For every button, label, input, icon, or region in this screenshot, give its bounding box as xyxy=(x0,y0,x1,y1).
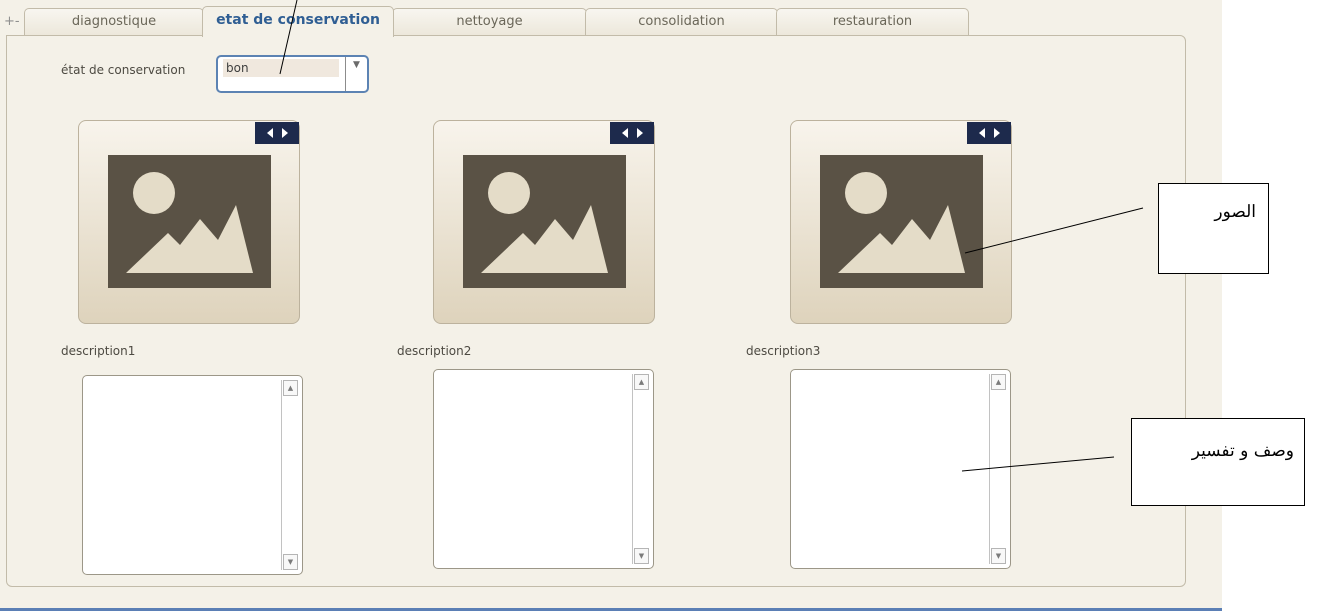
image-nav-2 xyxy=(610,122,654,144)
image-placeholder-icon xyxy=(820,155,983,288)
app-frame: +- diagnostique etat de conservation net… xyxy=(0,0,1222,611)
tab-etat-de-conservation[interactable]: etat de conservation xyxy=(202,6,394,37)
description-textarea-3[interactable]: ▲ ▼ xyxy=(790,369,1011,569)
scrollbar[interactable]: ▲ ▼ xyxy=(632,374,649,564)
tab-diagnostique[interactable]: diagnostique xyxy=(24,8,204,36)
description-label-1: description1 xyxy=(61,344,136,358)
prev-arrow-icon[interactable] xyxy=(622,128,628,138)
tab-consolidation[interactable]: consolidation xyxy=(585,8,778,36)
scrollbar[interactable]: ▲ ▼ xyxy=(989,374,1006,564)
scroll-down-icon[interactable]: ▼ xyxy=(991,548,1006,564)
mountains-icon xyxy=(126,205,253,273)
image-frame-1[interactable] xyxy=(78,120,300,324)
mountains-icon xyxy=(481,205,608,273)
images-callout: الصور xyxy=(1158,183,1269,274)
image-frame-3[interactable] xyxy=(790,120,1012,324)
scroll-up-icon[interactable]: ▲ xyxy=(634,374,649,390)
image-nav-1 xyxy=(255,122,299,144)
image-placeholder-icon xyxy=(463,155,626,288)
mountains-icon xyxy=(838,205,965,273)
dropdown-arrow-icon[interactable]: ▼ xyxy=(345,57,367,91)
tab-nettoyage[interactable]: nettoyage xyxy=(392,8,587,36)
tab-restauration[interactable]: restauration xyxy=(776,8,969,36)
bottom-border xyxy=(0,608,1222,611)
image-frame-2[interactable] xyxy=(433,120,655,324)
image-nav-3 xyxy=(967,122,1011,144)
scrollbar[interactable]: ▲ ▼ xyxy=(281,380,298,570)
state-select[interactable]: bon ▼ xyxy=(216,55,369,93)
scroll-down-icon[interactable]: ▼ xyxy=(283,554,298,570)
scroll-down-icon[interactable]: ▼ xyxy=(634,548,649,564)
description-callout: وصف و تفسير xyxy=(1131,418,1305,506)
description-label-2: description2 xyxy=(397,344,472,358)
prev-arrow-icon[interactable] xyxy=(267,128,273,138)
prev-arrow-icon[interactable] xyxy=(979,128,985,138)
next-arrow-icon[interactable] xyxy=(637,128,643,138)
image-placeholder-icon xyxy=(108,155,271,288)
scroll-up-icon[interactable]: ▲ xyxy=(283,380,298,396)
state-value[interactable]: bon xyxy=(223,59,339,77)
next-arrow-icon[interactable] xyxy=(994,128,1000,138)
next-arrow-icon[interactable] xyxy=(282,128,288,138)
description-textarea-1[interactable]: ▲ ▼ xyxy=(82,375,303,575)
description-textarea-2[interactable]: ▲ ▼ xyxy=(433,369,654,569)
state-label: état de conservation xyxy=(61,63,186,77)
scroll-up-icon[interactable]: ▲ xyxy=(991,374,1006,390)
collapse-icon[interactable]: +- xyxy=(4,14,20,29)
description-label-3: description3 xyxy=(746,344,821,358)
